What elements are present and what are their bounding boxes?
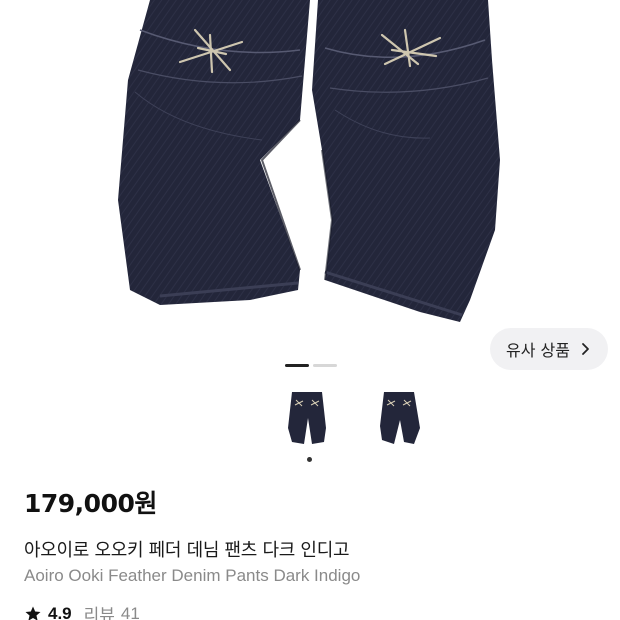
review-label: 리뷰 xyxy=(83,606,115,620)
rating-score: 4.9 xyxy=(48,603,72,620)
similar-products-label: 유사 상품 xyxy=(506,341,570,360)
thumbnail-pants-icon xyxy=(380,392,420,444)
star-icon xyxy=(25,606,41,620)
thumbnail-strip xyxy=(282,388,424,448)
chevron-right-icon xyxy=(582,343,589,355)
gallery-page-indicator xyxy=(285,364,337,367)
product-price: 179,000원 xyxy=(24,489,157,518)
selected-thumbnail-dot xyxy=(307,457,312,462)
page-indicator-inactive xyxy=(313,364,337,367)
product-rating[interactable]: 4.9 리뷰 41 xyxy=(24,601,140,620)
denim-pants-image xyxy=(118,0,500,322)
product-title-english: Aoiro Ooki Feather Denim Pants Dark Indi… xyxy=(24,566,361,585)
thumbnail-pants-icon xyxy=(288,392,326,444)
page-indicator-active xyxy=(285,364,309,367)
review-count: 41 xyxy=(120,603,140,620)
product-title-korean: 아오이로 오오키 페더 데님 팬츠 다크 인디고 xyxy=(24,540,350,561)
thumbnail-1[interactable] xyxy=(282,388,332,448)
similar-products-button[interactable]: 유사 상품 xyxy=(490,328,608,370)
product-image[interactable] xyxy=(0,0,620,370)
thumbnail-2[interactable] xyxy=(374,388,424,448)
